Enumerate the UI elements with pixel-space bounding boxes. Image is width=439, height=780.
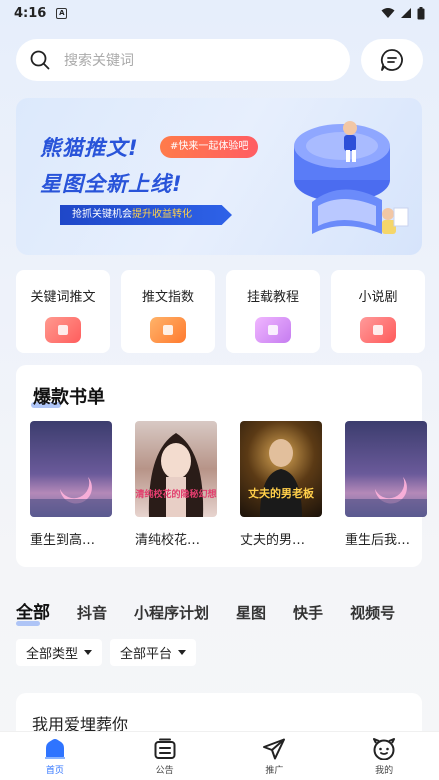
wifi-icon xyxy=(381,8,395,18)
banner-strip-prefix: 抢抓关键机会 xyxy=(72,209,132,220)
battery-icon xyxy=(417,6,425,19)
tab-video-account[interactable]: 视频号 xyxy=(350,602,395,623)
category-tabs: 全部 抖音 小程序计划 星图 快手 视频号 xyxy=(16,598,422,626)
notification-badge-icon: A xyxy=(56,7,68,19)
quick-action-label: 挂载教程 xyxy=(246,290,299,305)
nav-home[interactable]: 首页 xyxy=(0,732,110,780)
search-icon xyxy=(30,50,50,70)
book-list: 重生到高… 清纯校花的隐秘幻想 清纯校花… 丈夫的男老板 丈夫的男… 重生后我… xyxy=(30,421,427,548)
status-time: 4:16 xyxy=(14,5,47,21)
quick-action-keyword-post[interactable]: 关键词推文 xyxy=(16,270,110,353)
tab-kuaishou[interactable]: 快手 xyxy=(293,602,323,623)
moon-illustration xyxy=(345,477,427,517)
message-icon xyxy=(380,49,403,71)
nav-label: 首页 xyxy=(45,766,64,776)
platform-filter-dropdown[interactable]: 全部平台 xyxy=(110,639,197,666)
tab-xingtu[interactable]: 星图 xyxy=(236,602,266,623)
quick-action-novel-drama[interactable]: 小说剧 xyxy=(331,270,425,353)
quick-actions: 关键词推文 推文指数 挂载教程 小说剧 xyxy=(16,270,439,354)
search-input[interactable]: 搜索关键词 xyxy=(16,39,350,81)
quick-action-label: 推文指数 xyxy=(141,290,194,305)
tab-douyin[interactable]: 抖音 xyxy=(77,602,107,623)
status-icons xyxy=(381,6,425,20)
quick-action-label: 关键词推文 xyxy=(30,290,96,305)
book-title: 丈夫的男… xyxy=(240,533,306,548)
nav-label: 我的 xyxy=(375,766,394,776)
caret-down-icon xyxy=(178,650,187,655)
book-title: 重生后我… xyxy=(345,533,411,548)
profile-icon xyxy=(373,738,396,760)
signal-icon xyxy=(401,8,411,18)
nav-label: 公告 xyxy=(155,766,174,776)
book-item[interactable]: 清纯校花的隐秘幻想 清纯校花… xyxy=(135,421,217,548)
type-filter-dropdown[interactable]: 全部类型 xyxy=(16,639,103,666)
status-bar: 4:16 A xyxy=(0,0,439,26)
book-cover: 清纯校花的隐秘幻想 xyxy=(135,421,217,517)
filter-label: 全部类型 xyxy=(26,647,79,662)
caret-down-icon xyxy=(84,650,93,655)
banner-illustration xyxy=(294,121,409,234)
promo-banner[interactable]: 熊猫推文! #快来一起体验吧 星图全新上线! 抢抓关键机会提升收益转化 xyxy=(16,98,422,255)
moon-illustration xyxy=(30,477,112,517)
message-button[interactable] xyxy=(361,39,423,81)
book-cover xyxy=(345,421,427,517)
portrait-illustration: 丈夫的男老板 xyxy=(248,439,315,517)
nav-label: 推广 xyxy=(265,766,284,776)
tab-mini-program[interactable]: 小程序计划 xyxy=(134,602,209,623)
send-icon xyxy=(263,738,286,760)
book-item[interactable]: 重生到高… xyxy=(30,421,112,548)
book-cover: 丈夫的男老板 xyxy=(240,421,322,517)
search-row: 搜索关键词 xyxy=(16,39,424,81)
nav-profile[interactable]: 我的 xyxy=(329,732,439,780)
book-item[interactable]: 重生后我… xyxy=(345,421,427,548)
book-title: 重生到高… xyxy=(30,533,96,548)
quick-action-post-index[interactable]: 推文指数 xyxy=(121,270,215,353)
section-title: 爆款书单 xyxy=(33,387,105,408)
hot-book-list-section: 爆款书单 重生到高… 清纯校花的隐秘幻想 清纯校花… 丈夫的男老板 丈夫的男… … xyxy=(16,365,427,567)
book-item[interactable]: 丈夫的男老板 丈夫的男… xyxy=(240,421,322,548)
banner-title-line1: 熊猫推文! xyxy=(40,136,139,160)
book-cover-text: 清纯校花的隐秘幻想 xyxy=(135,488,216,500)
home-icon xyxy=(44,739,65,759)
search-placeholder: 搜索关键词 xyxy=(64,53,134,69)
book-cover xyxy=(30,421,112,517)
banner-strip-highlight: 提升收益转化 xyxy=(132,209,192,220)
nav-announcement[interactable]: 公告 xyxy=(110,732,220,780)
filters: 全部类型 全部平台 xyxy=(16,639,197,666)
video-icon xyxy=(360,317,396,343)
banner-strip: 抢抓关键机会提升收益转化 xyxy=(60,205,232,225)
cursor-icon xyxy=(255,317,291,343)
nav-promote[interactable]: 推广 xyxy=(220,732,330,780)
tab-all[interactable]: 全部 xyxy=(16,598,50,626)
quick-action-label: 小说剧 xyxy=(358,290,398,305)
book-icon xyxy=(150,317,186,343)
announcement-icon xyxy=(154,738,176,759)
banner-title-line2: 星图全新上线! xyxy=(40,172,183,196)
banner-pill: #快来一起体验吧 xyxy=(160,136,259,158)
video-icon xyxy=(45,317,81,343)
quick-action-mount-tutorial[interactable]: 挂载教程 xyxy=(226,270,320,353)
book-cover-text: 丈夫的男老板 xyxy=(248,486,315,500)
portrait-illustration: 清纯校花的隐秘幻想 xyxy=(135,433,217,517)
bottom-nav: 首页 公告 推广 我的 xyxy=(0,731,439,780)
book-title: 清纯校花… xyxy=(135,533,201,548)
filter-label: 全部平台 xyxy=(120,647,173,662)
